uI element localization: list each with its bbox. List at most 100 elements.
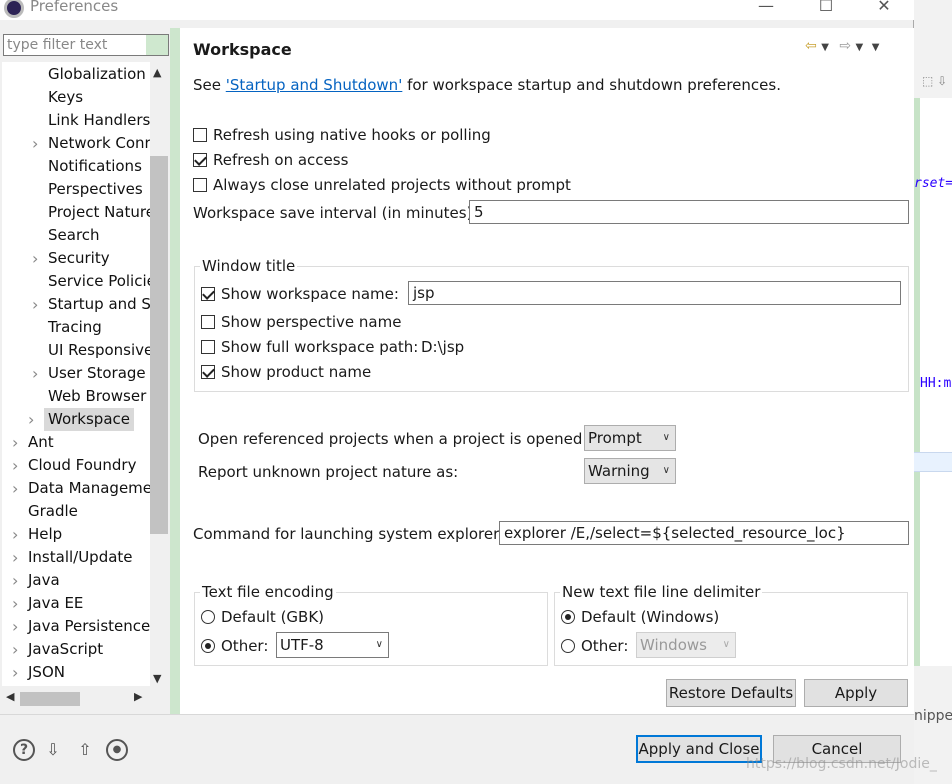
checkbox-box[interactable]: [193, 178, 207, 192]
tree-horizontal-scrollbar[interactable]: ◀ ▶: [2, 690, 150, 708]
show-workspace-name-checkbox[interactable]: Show workspace name:: [201, 284, 399, 304]
expand-arrow-icon[interactable]: ›: [12, 569, 18, 592]
tree-item[interactable]: Gradle: [28, 500, 78, 523]
expand-arrow-icon[interactable]: ›: [12, 523, 18, 546]
show-perspective-name-checkbox[interactable]: Show perspective name: [201, 312, 401, 332]
apply-and-close-button[interactable]: Apply and Close: [636, 735, 762, 763]
tree-item[interactable]: Search: [48, 224, 100, 247]
import-icon[interactable]: ⇩: [42, 739, 64, 761]
clear-filter-icon[interactable]: [146, 35, 168, 55]
save-interval-input[interactable]: 5: [469, 200, 909, 224]
tree-item[interactable]: Web Browser: [48, 385, 146, 408]
close-button[interactable]: ✕: [864, 0, 904, 15]
refresh-access-checkbox[interactable]: Refresh on access: [193, 150, 348, 170]
tree-item[interactable]: Perspectives: [48, 178, 143, 201]
back-arrow-icon[interactable]: ⇦: [805, 38, 817, 54]
delimiter-other-radio[interactable]: Other:: [561, 636, 628, 656]
tree-item[interactable]: Notifications: [48, 155, 142, 178]
tree-item[interactable]: › Ant: [12, 431, 54, 454]
encoding-select[interactable]: UTF-8 ∨: [276, 632, 389, 658]
minimize-button[interactable]: —: [746, 0, 786, 15]
tree-vertical-scrollbar[interactable]: ▲ ▼: [150, 62, 168, 686]
back-dropdown-icon[interactable]: ▼: [821, 42, 829, 53]
expand-arrow-icon[interactable]: ›: [12, 615, 18, 638]
tree-item[interactable]: › User Storage: [32, 362, 146, 385]
expand-arrow-icon[interactable]: ›: [12, 592, 18, 615]
expand-arrow-icon[interactable]: ›: [12, 431, 18, 454]
show-product-name-checkbox[interactable]: Show product name: [201, 362, 371, 382]
tree-item[interactable]: Service Policie: [48, 270, 150, 293]
expand-arrow-icon[interactable]: ›: [12, 546, 18, 569]
tree-item[interactable]: Globalization: [48, 63, 146, 86]
radio-circle[interactable]: [561, 639, 575, 653]
tree-item[interactable]: Project Nature: [48, 201, 150, 224]
startup-shutdown-link[interactable]: 'Startup and Shutdown': [226, 76, 403, 94]
tree-item[interactable]: › Java: [12, 569, 60, 592]
restore-defaults-button[interactable]: Restore Defaults: [666, 679, 796, 707]
view-menu-icon[interactable]: ▼: [872, 42, 880, 53]
encoding-default-radio[interactable]: Default (GBK): [201, 607, 324, 627]
expand-arrow-icon[interactable]: ›: [12, 638, 18, 661]
tree-item[interactable]: Keys: [48, 86, 83, 109]
scroll-right-icon[interactable]: ▶: [134, 690, 142, 703]
tree-item[interactable]: Tracing: [48, 316, 102, 339]
checkbox-box[interactable]: [193, 128, 207, 142]
tree-item[interactable]: › Network Conr: [32, 132, 150, 155]
tree-item[interactable]: › Workspace: [28, 408, 134, 431]
radio-circle[interactable]: [201, 639, 215, 653]
scroll-left-icon[interactable]: ◀: [6, 690, 14, 703]
tree-item[interactable]: › JavaScript: [12, 638, 103, 661]
tree-item[interactable]: › Data Manageme: [12, 477, 150, 500]
tree-item-label: Workspace: [48, 410, 130, 428]
checkbox-box[interactable]: [201, 315, 215, 329]
maximize-button[interactable]: ☐: [806, 0, 846, 15]
scroll-thumb[interactable]: [150, 156, 168, 534]
tree-item[interactable]: › Install/Update: [12, 546, 133, 569]
tree-item[interactable]: › Cloud Foundry: [12, 454, 136, 477]
always-close-checkbox[interactable]: Always close unrelated projects without …: [193, 175, 571, 195]
tree-item[interactable]: › Java EE: [12, 592, 83, 615]
expand-arrow-icon[interactable]: ›: [32, 247, 38, 270]
scroll-down-icon[interactable]: ▼: [153, 672, 161, 685]
encoding-other-radio[interactable]: Other:: [201, 636, 268, 656]
radio-circle[interactable]: [561, 610, 575, 624]
expand-arrow-icon[interactable]: ›: [32, 132, 38, 155]
scroll-up-icon[interactable]: ▲: [153, 66, 161, 79]
refresh-native-checkbox[interactable]: Refresh using native hooks or polling: [193, 125, 491, 145]
tree-item[interactable]: › Help: [12, 523, 62, 546]
tree-item[interactable]: Link Handlers: [48, 109, 150, 132]
radio-circle[interactable]: [201, 610, 215, 624]
tree-item[interactable]: › Startup and Sl: [32, 293, 150, 316]
filter-input[interactable]: type filter text: [3, 34, 169, 56]
show-full-path-checkbox[interactable]: Show full workspace path:: [201, 337, 418, 357]
expand-arrow-icon[interactable]: ›: [32, 362, 38, 385]
help-icon[interactable]: ?: [13, 739, 35, 761]
tree-item[interactable]: › Java Persistence: [12, 615, 150, 638]
tree-item[interactable]: › Security: [32, 247, 110, 270]
record-icon[interactable]: ●: [106, 739, 128, 761]
checkbox-box[interactable]: [201, 365, 215, 379]
checkbox-label: Show perspective name: [221, 313, 402, 331]
expand-arrow-icon[interactable]: ›: [12, 477, 18, 500]
workspace-name-input[interactable]: jsp: [408, 281, 901, 305]
apply-button[interactable]: Apply: [804, 679, 908, 707]
open-referenced-select[interactable]: Prompt ∨: [584, 425, 676, 451]
tree-item[interactable]: › JSON: [12, 661, 65, 684]
export-icon[interactable]: ⇧: [74, 739, 96, 761]
expand-arrow-icon[interactable]: ›: [32, 293, 38, 316]
expand-arrow-icon[interactable]: ›: [28, 408, 34, 431]
checkbox-box[interactable]: [201, 340, 215, 354]
report-unknown-select[interactable]: Warning ∨: [584, 458, 676, 484]
forward-arrow-icon[interactable]: ⇨: [839, 38, 851, 54]
explorer-command-input[interactable]: explorer /E,/select=${selected_resource_…: [499, 521, 909, 545]
forward-dropdown-icon[interactable]: ▼: [856, 42, 864, 53]
delimiter-select: Windows ∨: [636, 632, 736, 658]
checkbox-box[interactable]: [201, 287, 215, 301]
checkbox-box[interactable]: [193, 153, 207, 167]
panel-sash[interactable]: [170, 28, 180, 714]
delimiter-default-radio[interactable]: Default (Windows): [561, 607, 719, 627]
expand-arrow-icon[interactable]: ›: [12, 661, 18, 684]
tree-item[interactable]: UI Responsive: [48, 339, 150, 362]
expand-arrow-icon[interactable]: ›: [12, 454, 18, 477]
scroll-thumb[interactable]: [20, 692, 80, 706]
